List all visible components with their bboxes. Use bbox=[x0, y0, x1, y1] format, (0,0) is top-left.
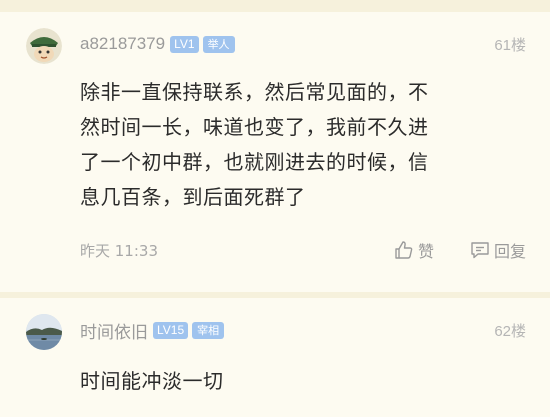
lake-landscape-avatar-icon bbox=[26, 314, 62, 350]
comment-bubble-icon bbox=[471, 242, 489, 259]
comment-line: 了一个初中群，也就刚进去的时候，信 bbox=[80, 150, 429, 174]
comment-line: 时间能冲淡一切 bbox=[80, 369, 224, 393]
floor-number: 61楼 bbox=[494, 36, 526, 54]
comment-line: 除非一直保持联系，然后常见面的，不 bbox=[80, 80, 429, 104]
comment-text: 除非一直保持联系，然后常见面的，不 然时间一长，味道也变了，我前不久进 了一个初… bbox=[80, 75, 526, 215]
level-badge: LV1 bbox=[170, 35, 199, 53]
like-button[interactable]: 赞 bbox=[394, 238, 434, 262]
comment-line: 息几百条，到后面死群了 bbox=[80, 185, 306, 209]
rank-badge: 宰相 bbox=[192, 321, 225, 339]
like-label: 赞 bbox=[417, 242, 434, 261]
rank-badge: 举人 bbox=[202, 35, 235, 53]
green-hat-cartoon-avatar-icon bbox=[26, 28, 62, 64]
comment-footer: 昨天 11:33 赞 回复 bbox=[80, 237, 526, 263]
floor-number: 62楼 bbox=[494, 322, 526, 340]
thumbs-up-icon bbox=[395, 241, 413, 259]
comment-header: a82187379 LV1 举人 61楼 bbox=[80, 32, 526, 56]
comment-card: a82187379 LV1 举人 61楼 除非一直保持联系，然后常见面的，不 然… bbox=[0, 12, 550, 292]
comment-header: 时间依旧 LV15 宰相 62楼 bbox=[80, 318, 526, 342]
reply-label: 回复 bbox=[493, 242, 526, 261]
avatar[interactable] bbox=[26, 314, 62, 350]
comment-text: 时间能冲淡一切 bbox=[80, 364, 526, 399]
timestamp: 昨天 11:33 bbox=[80, 241, 158, 260]
reply-button[interactable]: 回复 bbox=[470, 238, 526, 262]
avatar[interactable] bbox=[26, 28, 62, 64]
username[interactable]: 时间依旧 bbox=[80, 318, 148, 343]
level-badge: LV15 bbox=[153, 321, 189, 339]
username[interactable]: a82187379 bbox=[80, 34, 165, 54]
comment-card: 时间依旧 LV15 宰相 62楼 时间能冲淡一切 bbox=[0, 298, 550, 417]
comment-line: 然时间一长，味道也变了，我前不久进 bbox=[80, 115, 429, 139]
